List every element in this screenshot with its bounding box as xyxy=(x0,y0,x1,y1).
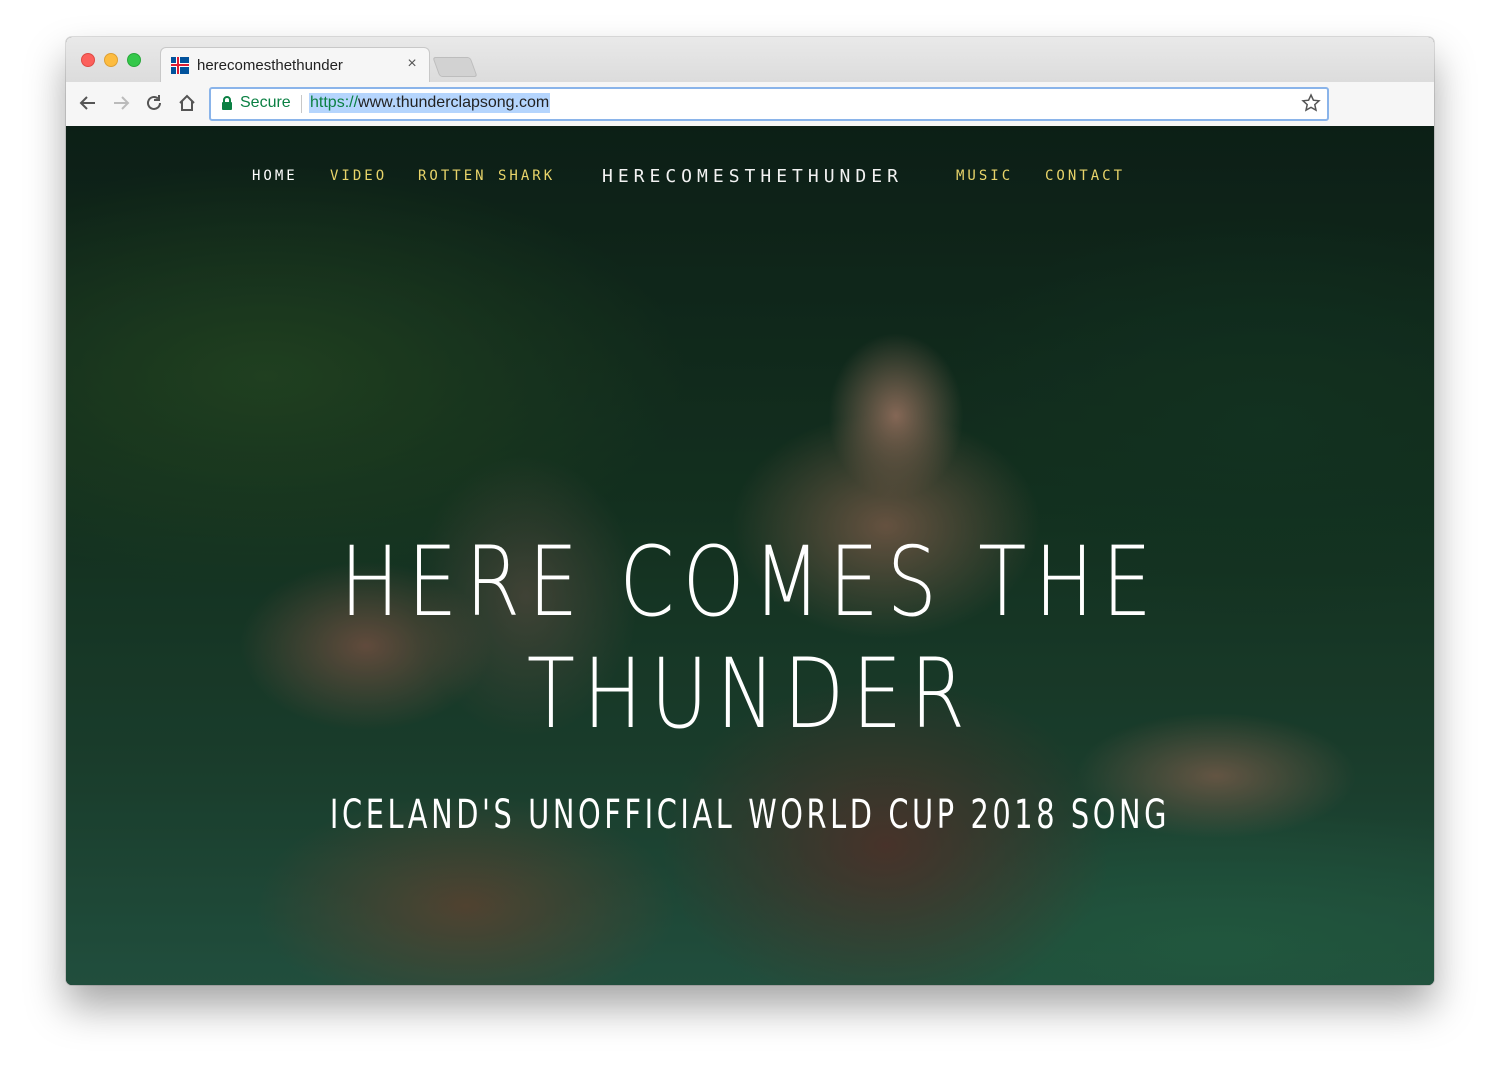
nav-music[interactable]: MUSIC xyxy=(956,168,1013,184)
hero-title: HERE COMES THE THUNDER xyxy=(189,526,1311,750)
close-window-button[interactable] xyxy=(81,53,95,67)
forward-icon[interactable] xyxy=(110,92,132,114)
maximize-window-button[interactable] xyxy=(127,53,141,67)
hero-title-line-2: THUNDER xyxy=(526,638,974,750)
nav-video[interactable]: VIDEO xyxy=(330,168,387,184)
hero-title-line-1: HERE COMES THE xyxy=(340,526,1160,638)
back-icon[interactable] xyxy=(77,92,99,114)
lock-icon xyxy=(222,96,232,110)
home-icon[interactable] xyxy=(176,92,198,114)
tab-bar: herecomesthethunder × xyxy=(66,37,1434,83)
site-nav: HOME VIDEO ROTTEN SHARK HERECOMESTHETHUN… xyxy=(66,126,1434,226)
browser-window: herecomesthethunder × Secure https://www… xyxy=(66,37,1434,985)
hero-subtitle: ICELAND'S UNOFFICIAL WORLD CUP 2018 SONG xyxy=(329,792,1171,838)
tab-title: herecomesthethunder xyxy=(197,57,343,74)
url-text[interactable]: https://www.thunderclapsong.com xyxy=(309,93,551,113)
address-bar[interactable]: Secure https://www.thunderclapsong.com xyxy=(209,87,1329,121)
tab-close-icon[interactable]: × xyxy=(403,55,421,73)
iceland-flag-icon xyxy=(171,57,189,74)
nav-rotten-shark[interactable]: ROTTEN SHARK xyxy=(418,168,555,184)
secure-label: Secure xyxy=(240,94,291,111)
browser-toolbar: Secure https://www.thunderclapsong.com xyxy=(66,82,1434,127)
star-icon[interactable] xyxy=(1301,93,1321,113)
browser-tab[interactable]: herecomesthethunder × xyxy=(160,47,430,83)
nav-contact[interactable]: CONTACT xyxy=(1045,168,1125,184)
site-brand[interactable]: HERECOMESTHETHUNDER xyxy=(602,166,903,187)
address-separator xyxy=(301,95,302,113)
page-hero: HOME VIDEO ROTTEN SHARK HERECOMESTHETHUN… xyxy=(66,126,1434,985)
url-host: www.thunderclapsong.com xyxy=(358,94,550,111)
new-tab-button[interactable] xyxy=(432,57,478,77)
minimize-window-button[interactable] xyxy=(104,53,118,67)
url-scheme: https:// xyxy=(310,94,359,111)
reload-icon[interactable] xyxy=(143,92,165,114)
nav-home[interactable]: HOME xyxy=(252,168,298,184)
